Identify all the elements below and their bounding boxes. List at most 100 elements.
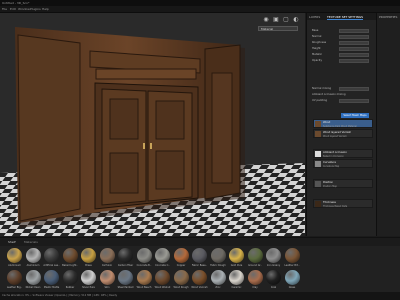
material-swatch[interactable]: Carbon Fiber [117, 248, 134, 268]
layer-name: Wood layered Varnish [323, 131, 352, 134]
material-swatch[interactable]: Leather Big.. [6, 270, 23, 290]
material-swatch[interactable]: Rubber [62, 270, 79, 290]
material-swatch[interactable]: Nickel Clean [25, 270, 42, 290]
shelf-panel: Shelf Materials Aluminium Aluminium Artifi… [0, 237, 400, 293]
material-swatch[interactable]: Leather Brt.. [284, 248, 301, 268]
material-label: Aluminium [8, 264, 21, 267]
shelf-toolbar: Shelf Materials [0, 238, 400, 246]
material-swatch[interactable]: Skin [99, 270, 116, 290]
layer-thumbnail [315, 151, 321, 157]
material-swatch[interactable]: Aluminium [25, 248, 42, 268]
tab-layers[interactable]: LAYERS [309, 15, 320, 19]
material-preview [7, 248, 22, 263]
material-label: Leather Big.. [6, 286, 23, 289]
layer-name: Thickness [323, 201, 336, 204]
layer-thumbnail [315, 121, 321, 127]
material-swatch[interactable]: Ground Gr.. [247, 248, 264, 268]
list-item[interactable]: Wood layered Varnish Wood layered Varnis… [313, 129, 373, 138]
layer-subtitle: Thickness Baked Data [323, 205, 348, 208]
list-item[interactable]: Position Position Map [313, 179, 373, 188]
material-swatch[interactable]: Gold Pure [228, 248, 245, 268]
menu-plugins[interactable]: Plugins [30, 7, 41, 11]
tab-properties[interactable]: PROPERTIES [379, 15, 397, 19]
channel-field-opacity[interactable] [339, 59, 369, 63]
material-swatch[interactable]: Zinc [210, 270, 227, 290]
material-label: Glass [288, 286, 296, 289]
channel-field-height[interactable] [339, 47, 369, 51]
material-swatch[interactable]: Fabric Rough [210, 248, 227, 268]
select-mesh-maps-button[interactable]: Select Mesh Maps [341, 113, 369, 118]
material-swatch[interactable]: Artificial Lea.. [43, 248, 60, 268]
tab-texture-set-settings[interactable]: TEXTURE SET SETTINGS [327, 15, 364, 20]
layer-thumbnail [315, 181, 321, 187]
tab-shelf[interactable]: Shelf [8, 240, 16, 244]
material-label: Calf skin [101, 264, 113, 267]
ambient-occlusion-label: Ambient occlusion mixing [312, 93, 346, 96]
layer-thumbnail [315, 161, 321, 167]
material-label: Leather Brt.. [284, 264, 300, 267]
material-preview [247, 270, 263, 285]
screenshot-icon[interactable]: ▢ [282, 16, 290, 23]
material-swatch[interactable]: Aluminium [6, 248, 23, 268]
window-title: Untitled - 3D_Scn* [2, 1, 30, 5]
channel-field-base[interactable] [339, 29, 369, 33]
menu-help[interactable]: Help [42, 7, 49, 11]
material-swatch[interactable]: Wood Beech [136, 270, 153, 290]
material-label: Skin [104, 286, 110, 289]
menu-window[interactable]: Window [18, 7, 30, 11]
status-text: Cache allocation: 8% • Software Viewer (… [2, 294, 118, 297]
material-swatch[interactable]: Iron Grainy [265, 248, 282, 268]
material-preview [99, 248, 115, 263]
uv-padding-select[interactable] [339, 99, 369, 103]
material-swatch[interactable]: Wood Walnut [154, 270, 171, 290]
material-preview [210, 270, 226, 285]
material-swatch[interactable]: Steel Painted [117, 270, 134, 290]
material-swatch[interactable]: Clay [247, 270, 264, 290]
material-preview [118, 248, 133, 263]
camera-icon[interactable]: ◉ [262, 16, 270, 23]
tab-materials[interactable]: Materials [24, 240, 38, 244]
3d-viewport[interactable]: ◉ ▣ ▢ ◐ Material [0, 13, 305, 236]
material-label: Ground Gr.. [248, 264, 262, 267]
list-item[interactable]: Wood Substance Dark Wood Material [313, 119, 373, 128]
viewport-mode-select[interactable]: Material [258, 26, 298, 31]
channel-field-metallic[interactable] [339, 53, 369, 57]
material-swatch[interactable]: Fabric Base.. [191, 248, 208, 268]
material-swatch[interactable]: Glass [284, 270, 301, 290]
layer-name: Curvature [323, 161, 336, 164]
material-swatch[interactable]: Calf skin [99, 248, 116, 268]
material-label: Fabric Rough [210, 264, 226, 267]
normal-mixing-select[interactable] [339, 87, 369, 91]
material-swatch[interactable]: Concrete C.. [154, 248, 171, 268]
channel-field-normal[interactable] [339, 35, 369, 39]
material-swatch[interactable]: Plastic Matte [43, 270, 60, 290]
material-swatch[interactable]: Wood Rough [173, 270, 190, 290]
material-swatch[interactable]: Ceramic [228, 270, 245, 290]
material-label: Silver Pure [82, 286, 95, 289]
list-item[interactable]: Ambient occlusion Baked in Occlusion [313, 149, 373, 158]
channel-label-height: Height [312, 47, 321, 50]
material-preview [284, 270, 300, 285]
render-icon[interactable]: ▣ [272, 16, 280, 23]
menu-edit[interactable]: Edit [10, 7, 16, 11]
material-swatch[interactable]: Silver Pure [80, 270, 97, 290]
layer-subtitle: Baked in Occlusion [323, 155, 344, 158]
material-swatch[interactable]: Copper [173, 248, 190, 268]
material-label: Wood Varnish [191, 286, 208, 289]
channel-field-roughness[interactable] [339, 41, 369, 45]
layer-subtitle: Wood layered Varnish [323, 135, 347, 138]
material-swatch[interactable]: Brass [80, 248, 97, 268]
menu-file[interactable]: File [2, 7, 7, 11]
material-label: Baked Light.. [62, 264, 78, 267]
list-item[interactable]: Thickness Thickness Baked Data [313, 199, 373, 208]
material-swatch[interactable]: Baked Light.. [62, 248, 79, 268]
material-swatch[interactable]: Concrete B.. [136, 248, 153, 268]
material-swatch[interactable]: Coal [265, 270, 282, 290]
display-settings-icon[interactable]: ◐ [292, 16, 300, 23]
material-label: Gold Pure [230, 264, 243, 267]
channel-label-normal: Normal [312, 35, 322, 38]
material-label: Wood Beech [136, 286, 152, 289]
list-item[interactable]: Curvature Curvature Map [313, 159, 373, 168]
material-swatch[interactable]: Wood Varnish [191, 270, 208, 290]
layer-subtitle: Substance Dark Wood Material [323, 125, 357, 128]
